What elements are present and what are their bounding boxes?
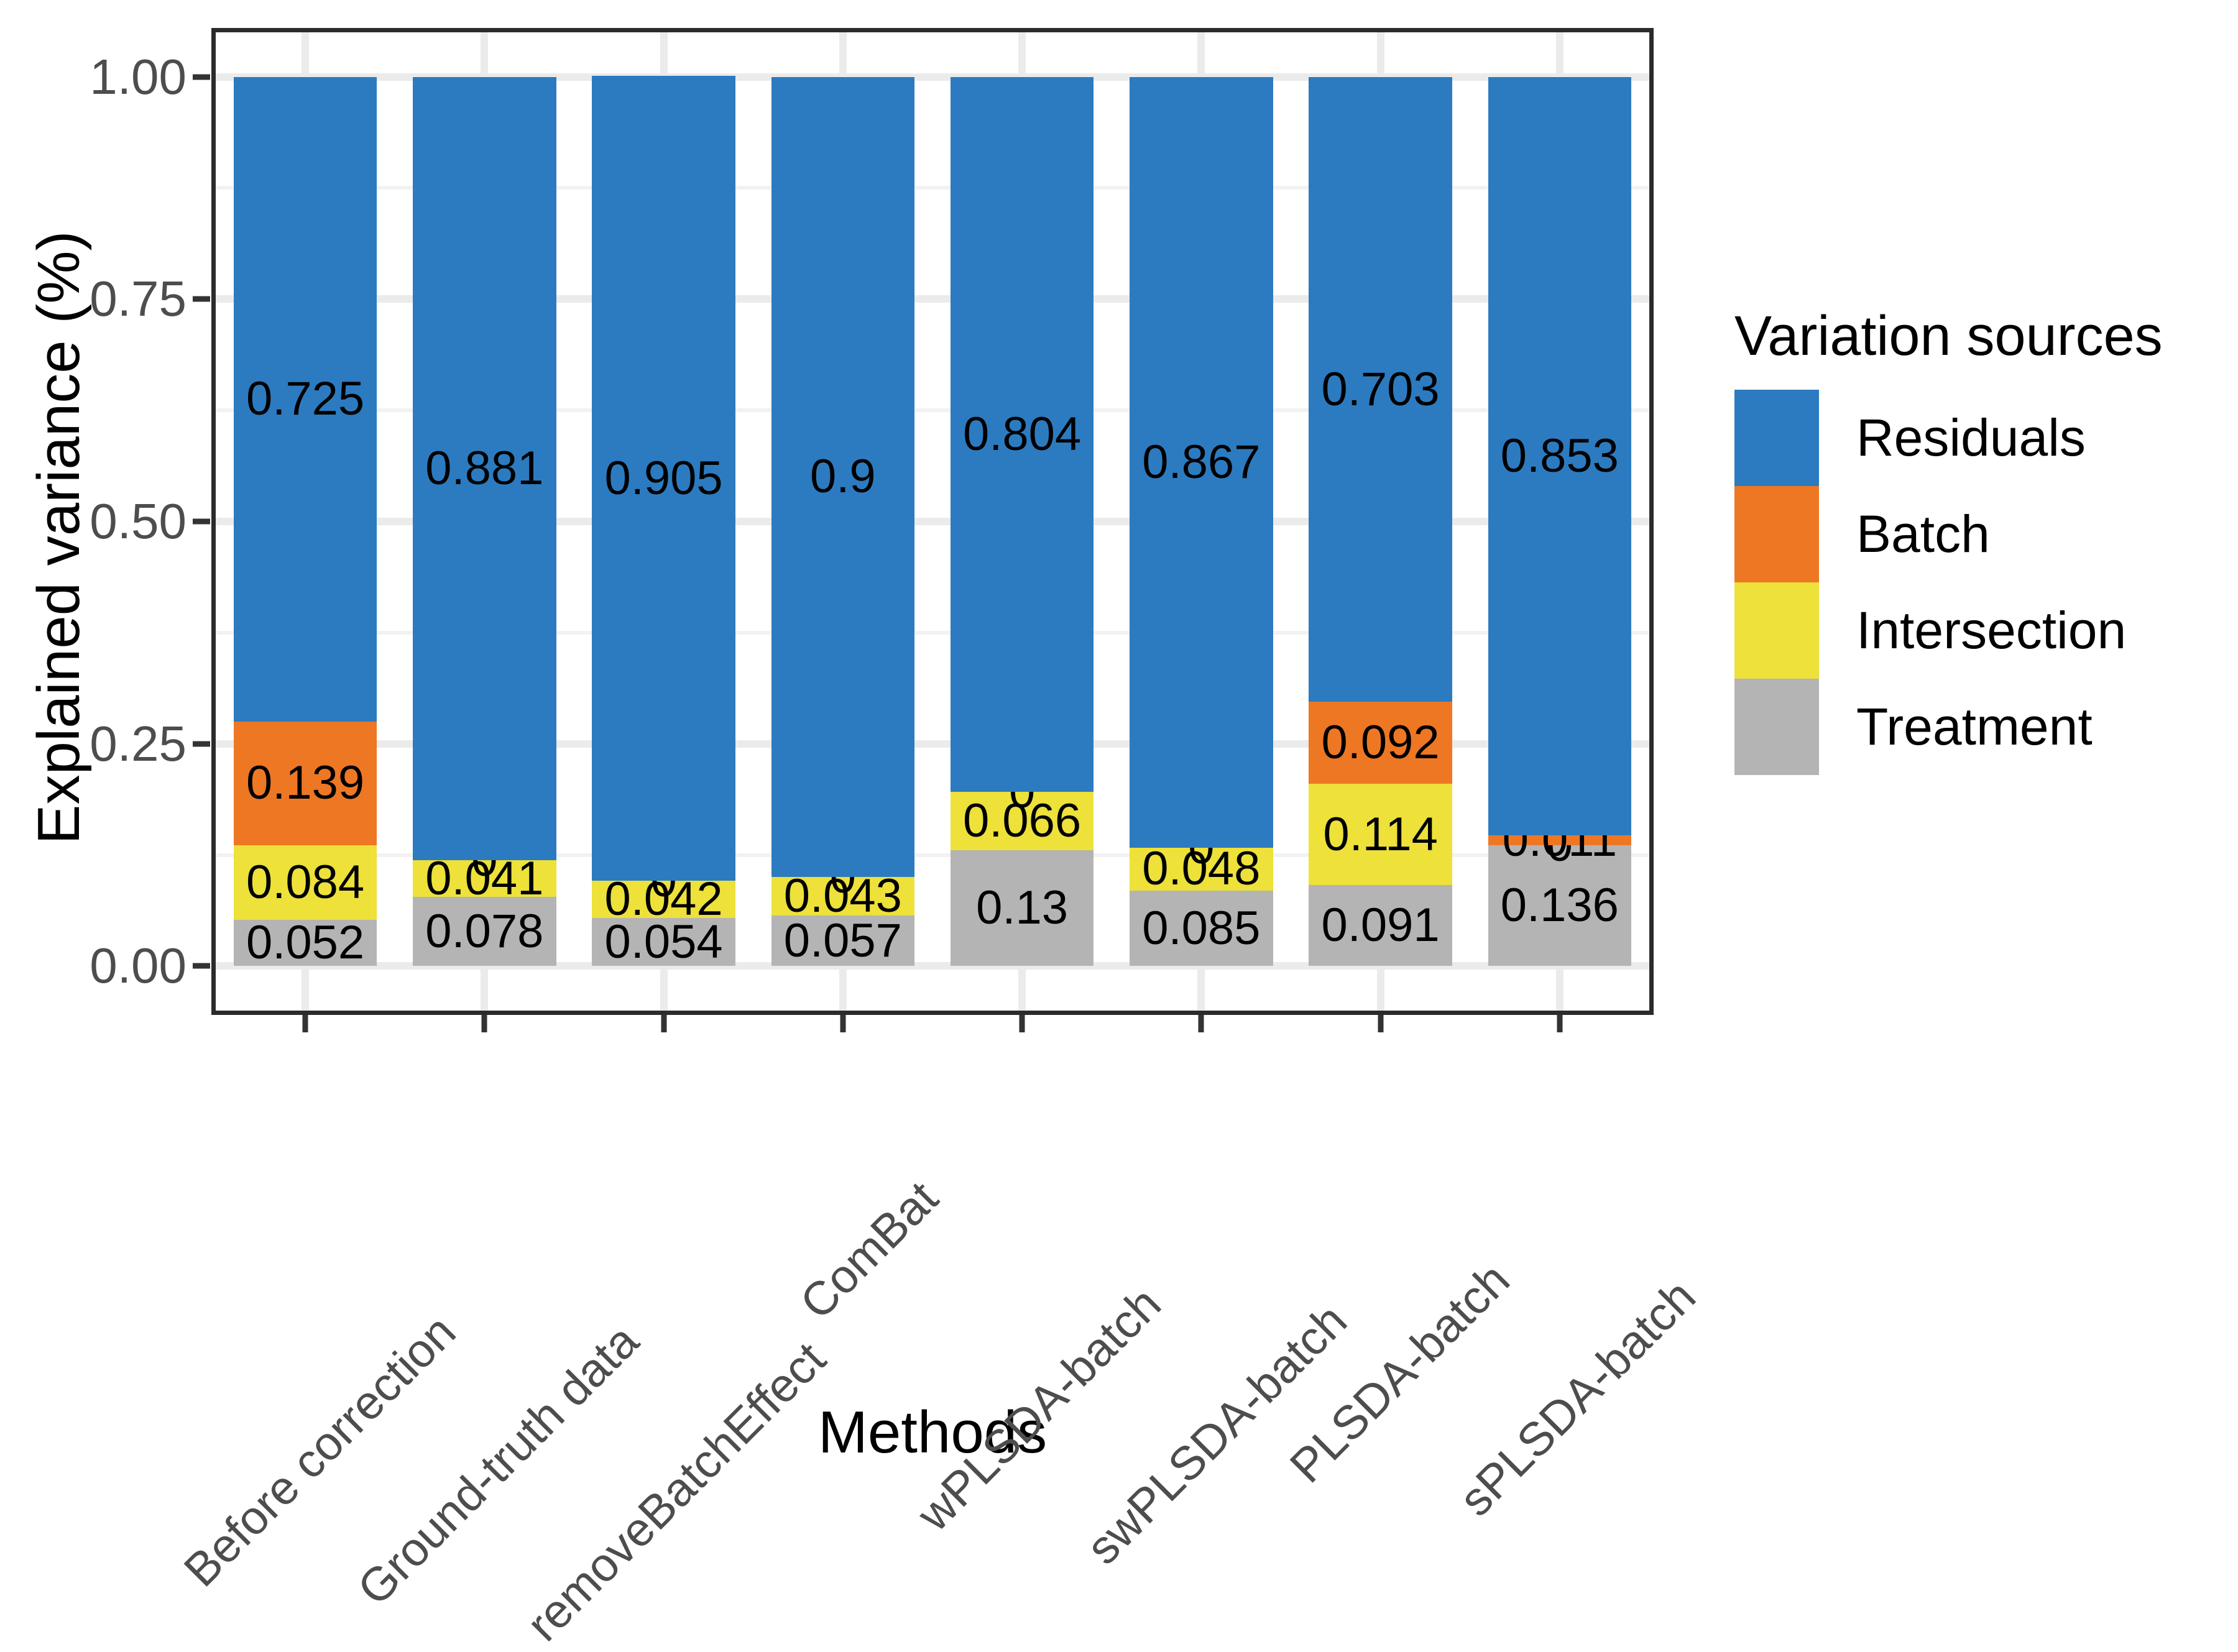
x-tick-mark	[661, 1015, 667, 1032]
bar-stack[interactable]: 0.091 0.114 0.092 0.703	[1309, 32, 1452, 1011]
bar-value-label: 0.136	[1500, 879, 1619, 932]
legend-color-swatch-icon	[1734, 486, 1819, 582]
bar-value-label: 0.804	[963, 407, 1082, 461]
y-tick-label: 0.50	[90, 493, 186, 549]
bar-value-label: 0.881	[425, 441, 544, 495]
bar-value-label: 0.091	[1321, 899, 1440, 952]
bar-value-label: 0.054	[604, 915, 723, 968]
bar-stack[interactable]: 0.0570.04300.9	[771, 32, 915, 1011]
bar-stack[interactable]: 0.0780.04100.881	[413, 32, 556, 1011]
bar-value-label: 0.703	[1321, 362, 1440, 416]
legend-item-label: Batch	[1856, 505, 1990, 563]
y-tick-mark	[193, 963, 210, 969]
x-tick-mark	[1019, 1015, 1025, 1032]
bar-stack[interactable]: 0.052 0.084 0.139 0.725	[233, 32, 377, 1011]
x-tick-mark	[1557, 1015, 1563, 1032]
bar-value-label: 0.057	[783, 914, 902, 967]
bar-stack[interactable]: 0.13600.0110.853	[1488, 32, 1632, 1011]
bar-value-label: 0.9	[810, 450, 876, 503]
legend-item-label: Treatment	[1856, 697, 2093, 756]
y-tick-label: 0.00	[90, 938, 186, 994]
bar-stack[interactable]: 0.0850.04800.867	[1130, 32, 1273, 1011]
chart-figure: Explained variance (%) Methods 0.00 0.25 0…	[0, 0, 2238, 1651]
y-tick-mark	[193, 296, 210, 302]
legend-color-swatch-icon	[1734, 582, 1819, 679]
bar-value-label: 0.052	[246, 916, 365, 970]
bar-value-label: 0.867	[1142, 435, 1261, 489]
bar-value-label: 0.084	[246, 855, 365, 909]
legend-item[interactable]: Intersection	[1734, 582, 2207, 679]
x-tick-mark	[840, 1015, 846, 1032]
y-tick-label: 1.00	[90, 48, 186, 104]
x-axis-title: Methods	[817, 1399, 1048, 1466]
y-tick-mark	[193, 741, 210, 747]
y-tick-label: 0.25	[90, 715, 186, 771]
bar-value-label: 0.078	[425, 904, 544, 958]
bar-value-label: 0.853	[1500, 429, 1619, 482]
legend-item-label: Residuals	[1856, 408, 2086, 467]
plot-area: 0.052 0.084 0.139 0.725 0.0780.04100.881 0.05…	[216, 32, 1649, 1011]
x-tick-mark	[1198, 1015, 1204, 1032]
legend-color-swatch-icon	[1734, 679, 1819, 775]
x-tick-mark	[302, 1015, 308, 1032]
bar-stack[interactable]: 0.130.06600.804	[950, 32, 1094, 1011]
legend-items: Residuals Batch Intersection Treatment	[1734, 390, 2207, 775]
y-tick-mark	[193, 74, 210, 80]
bar-value-label: 0.092	[1321, 716, 1440, 769]
bar-value-label: 0.13	[976, 881, 1069, 935]
legend-item-label: Intersection	[1856, 601, 2127, 659]
bar-value-label: 0.085	[1142, 901, 1261, 955]
bar-stack[interactable]: 0.0540.04200.905	[592, 32, 735, 1011]
legend-item[interactable]: Batch	[1734, 486, 2207, 582]
bar-value-label: 0.905	[604, 451, 723, 505]
legend-item[interactable]: Residuals	[1734, 390, 2207, 486]
x-tick-mark	[1378, 1015, 1384, 1032]
x-tick-mark	[481, 1015, 487, 1032]
bar-value-label: 0.725	[246, 372, 365, 426]
y-tick-label: 0.75	[90, 271, 186, 327]
y-tick-mark	[193, 518, 210, 525]
legend: Variation sources Residuals Batch Intersec…	[1734, 305, 2207, 775]
plot-panel: 0.052 0.084 0.139 0.725 0.0780.04100.881 0.05…	[211, 28, 1654, 1015]
legend-color-swatch-icon	[1734, 390, 1819, 486]
legend-title: Variation sources	[1734, 305, 2163, 367]
bar-value-label: 0.114	[1323, 807, 1438, 861]
bar-value-label: 0.139	[246, 756, 365, 810]
legend-item[interactable]: Treatment	[1734, 679, 2207, 775]
